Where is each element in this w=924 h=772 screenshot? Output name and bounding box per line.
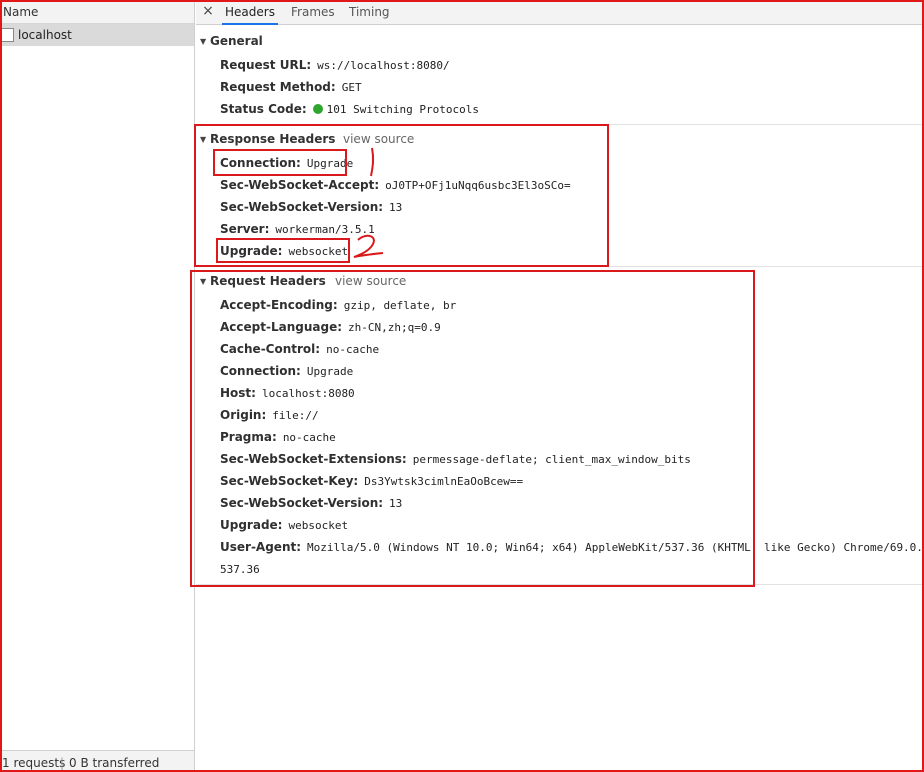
- header-key: Connection:: [220, 156, 301, 170]
- header-key: Upgrade:: [220, 518, 283, 532]
- header-value: Mozilla/5.0 (Windows NT 10.0; Win64; x64…: [307, 541, 924, 554]
- header-value: 101 Switching Protocols: [326, 103, 479, 116]
- network-summary-bar: 1 requests | 0 B transferred: [0, 750, 194, 772]
- header-value: permessage-deflate; client_max_window_bi…: [412, 453, 691, 466]
- tab-headers[interactable]: Headers: [222, 0, 278, 25]
- header-value: workerman/3.5.1: [275, 223, 375, 236]
- header-value: oJ0TP+OFj1uNqq6usbc3El3oSCo=: [385, 179, 571, 192]
- status-ok-dot-icon: [312, 104, 323, 114]
- header-key: Cache-Control:: [220, 342, 321, 356]
- header-key: Status Code:: [220, 102, 307, 116]
- request-row-accept-language: Accept-Language: zh-CN,zh;q=0.9: [220, 320, 441, 334]
- details-tabbar: × Headers Frames Timing: [196, 0, 924, 25]
- section-divider: [196, 124, 924, 125]
- collapse-triangle-icon: ▼: [200, 37, 207, 46]
- header-key: Connection:: [220, 364, 301, 378]
- header-value: Ds3Ywtsk3cimlnEaOoBcew==: [364, 475, 524, 488]
- header-key: Sec-WebSocket-Version:: [220, 200, 384, 214]
- header-value: gzip, deflate, br: [343, 299, 457, 312]
- request-row-origin: Origin: file://: [220, 408, 319, 422]
- header-key: Accept-Encoding:: [220, 298, 338, 312]
- section-divider: [196, 584, 924, 585]
- request-headers-toggle[interactable]: ▼ Request Headers: [200, 274, 326, 288]
- response-row-upgrade: Upgrade: websocket: [220, 244, 348, 258]
- websocket-request-icon: [1, 28, 14, 42]
- summary-separator: |: [60, 756, 65, 770]
- collapse-triangle-icon: ▼: [200, 277, 207, 286]
- general-section-toggle[interactable]: ▼ General: [200, 34, 263, 48]
- request-row-connection: Connection: Upgrade: [220, 364, 353, 378]
- request-row-accept-encoding: Accept-Encoding: gzip, deflate, br: [220, 298, 456, 312]
- transferred-size: 0 B transferred: [69, 756, 160, 770]
- request-view-source-link[interactable]: view source: [335, 274, 406, 288]
- general-row-request-method: Request Method: GET: [220, 80, 362, 94]
- header-value: 13: [389, 497, 403, 510]
- section-divider: [196, 266, 924, 267]
- request-details-pane: × Headers Frames Timing ▼ General Request…: [196, 0, 924, 772]
- general-row-request-url: Request URL: ws://localhost:8080/: [220, 58, 450, 72]
- header-value: 13: [389, 201, 403, 214]
- header-value: Upgrade: [306, 365, 354, 378]
- request-row-pragma: Pragma: no-cache: [220, 430, 336, 444]
- tab-frames[interactable]: Frames: [291, 0, 335, 25]
- response-row-sec-websocket-accept: Sec-WebSocket-Accept: oJ0TP+OFj1uNqq6usbc…: [220, 178, 571, 192]
- header-value: zh-CN,zh;q=0.9: [348, 321, 441, 334]
- response-row-connection: Connection: Upgrade: [220, 156, 353, 170]
- header-value: ws://localhost:8080/: [317, 59, 450, 72]
- header-key: Request URL:: [220, 58, 312, 72]
- header-key: Sec-WebSocket-Accept:: [220, 178, 380, 192]
- header-key: Request Method:: [220, 80, 336, 94]
- header-value: websocket: [288, 245, 349, 258]
- header-key: Accept-Language:: [220, 320, 343, 334]
- header-key: Sec-WebSocket-Version:: [220, 496, 384, 510]
- request-row-sec-websocket-extensions: Sec-WebSocket-Extensions: permessage-defl…: [220, 452, 691, 466]
- request-row-localhost[interactable]: localhost: [0, 24, 194, 46]
- header-key: Sec-WebSocket-Extensions:: [220, 452, 407, 466]
- name-column-header[interactable]: Name: [3, 5, 38, 19]
- tab-timing[interactable]: Timing: [349, 0, 390, 25]
- close-icon[interactable]: ×: [201, 3, 215, 19]
- header-key: Upgrade:: [220, 244, 283, 258]
- general-section-title: General: [210, 34, 263, 48]
- response-view-source-link[interactable]: view source: [343, 132, 414, 146]
- request-headers-title: Request Headers: [210, 274, 326, 288]
- request-row-host: Host: localhost:8080: [220, 386, 355, 400]
- request-row-upgrade: Upgrade: websocket: [220, 518, 348, 532]
- request-count: 1 requests: [2, 756, 66, 770]
- request-row-cache-control: Cache-Control: no-cache: [220, 342, 379, 356]
- request-name: localhost: [18, 28, 72, 42]
- collapse-triangle-icon: ▼: [200, 135, 207, 144]
- request-row-sec-websocket-version: Sec-WebSocket-Version: 13: [220, 496, 402, 510]
- header-key: Origin:: [220, 408, 267, 422]
- header-key: Pragma:: [220, 430, 277, 444]
- header-value: 537.36: [220, 563, 260, 576]
- response-row-server: Server: workerman/3.5.1: [220, 222, 375, 236]
- user-agent-continuation: 537.36: [220, 562, 260, 576]
- request-list-header[interactable]: Name: [0, 0, 194, 24]
- response-headers-toggle[interactable]: ▼ Response Headers: [200, 132, 335, 146]
- header-key: Server:: [220, 222, 270, 236]
- general-row-status-code: Status Code: 101 Switching Protocols: [220, 102, 479, 116]
- request-row-sec-websocket-key: Sec-WebSocket-Key: Ds3Ywtsk3cimlnEaOoBcew…: [220, 474, 523, 488]
- header-value: no-cache: [282, 431, 336, 444]
- header-value: no-cache: [326, 343, 380, 356]
- header-key: Host:: [220, 386, 256, 400]
- header-value: GET: [341, 81, 362, 94]
- response-row-sec-websocket-version: Sec-WebSocket-Version: 13: [220, 200, 402, 214]
- header-value: file://: [272, 409, 319, 422]
- request-row-user-agent: User-Agent: Mozilla/5.0 (Windows NT 10.0;…: [220, 540, 924, 554]
- header-key: User-Agent:: [220, 540, 302, 554]
- header-value: websocket: [288, 519, 349, 532]
- request-list-pane: Name localhost 1 requests | 0 B transfer…: [0, 0, 195, 772]
- header-value: localhost:8080: [261, 387, 355, 400]
- header-value: Upgrade: [306, 157, 354, 170]
- header-key: Sec-WebSocket-Key:: [220, 474, 359, 488]
- response-headers-title: Response Headers: [210, 132, 336, 146]
